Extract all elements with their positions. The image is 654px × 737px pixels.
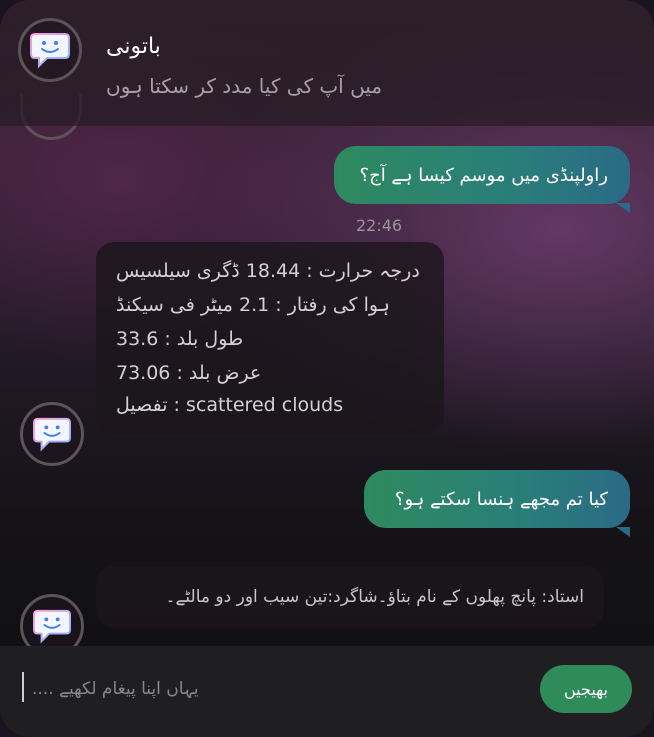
message-timestamp: 22:46 <box>356 216 403 235</box>
message-line: درجہ حرارت : 18.44 ڈگری سیلسیس <box>116 260 420 282</box>
bot-avatar <box>20 402 84 466</box>
message-text: راولپنڈی میں موسم کیسا ہے آج؟ <box>359 164 608 186</box>
header-subtitle: میں آپ کی کیا مدد کر سکتا ہوں <box>106 74 383 98</box>
chat-header: باتونی میں آپ کی کیا مدد کر سکتا ہوں <box>0 0 654 126</box>
message-line: تفصیل : scattered clouds <box>116 394 344 416</box>
bot-avatar <box>18 18 82 82</box>
chat-bot-icon <box>33 609 71 644</box>
header-title: باتونی <box>106 34 161 59</box>
message-line: استاد: پانچ پھلوں کے نام بتاؤ۔شاگرد:تین … <box>165 587 585 607</box>
bot-message: درجہ حرارت : 18.44 ڈگری سیلسیس ہوا کی رف… <box>96 242 444 434</box>
user-message: راولپنڈی میں موسم کیسا ہے آج؟ <box>334 146 630 213</box>
message-text: کیا تم مجھے ہنسا سکتے ہو؟ <box>394 488 608 510</box>
send-button[interactable]: بھیجیں <box>540 665 632 713</box>
message-input[interactable] <box>30 666 514 712</box>
message-line: طول بلد : 33.6 <box>116 328 244 350</box>
message-line: عرض بلد : 73.06 <box>116 362 262 384</box>
message-line: ہوا کی رفتار : 2.1 میٹر فی سیکنڈ <box>116 294 390 316</box>
text-cursor <box>22 672 24 702</box>
chat-bot-icon <box>33 417 71 452</box>
user-message: کیا تم مجھے ہنسا سکتے ہو؟ <box>364 470 630 537</box>
chat-window: باتونی میں آپ کی کیا مدد کر سکتا ہوں راو… <box>0 0 654 737</box>
chat-bot-icon <box>30 33 70 69</box>
bot-message: استاد: پانچ پھلوں کے نام بتاؤ۔شاگرد:تین … <box>96 566 604 628</box>
